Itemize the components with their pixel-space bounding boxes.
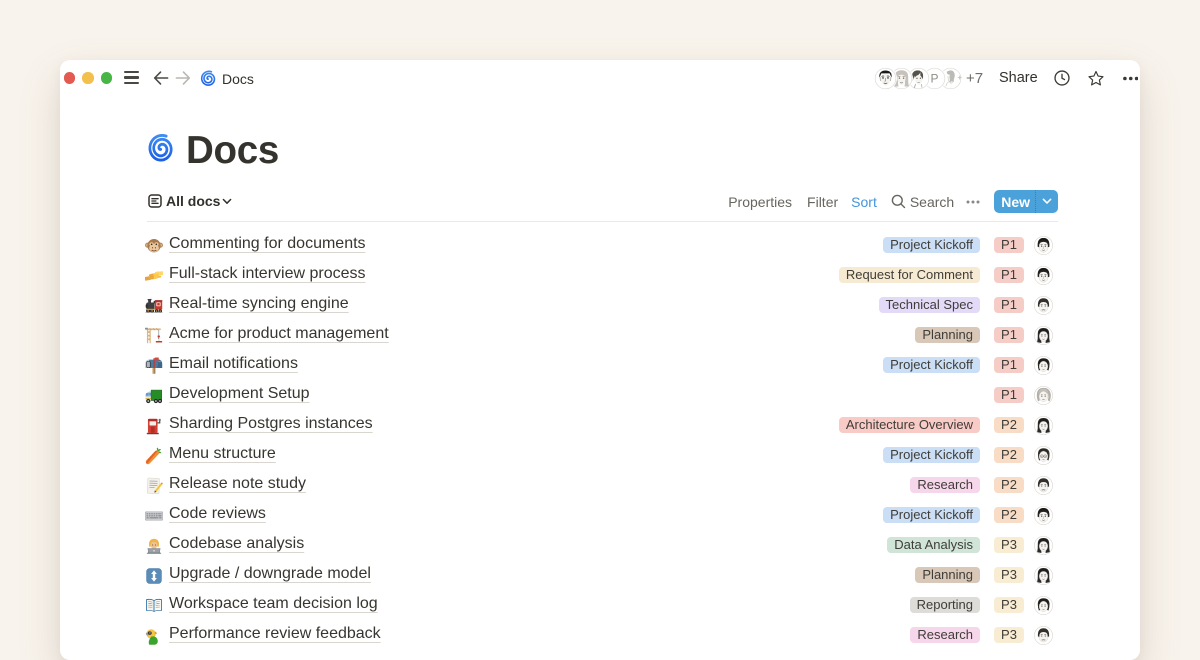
svg-text:P: P xyxy=(930,71,938,85)
